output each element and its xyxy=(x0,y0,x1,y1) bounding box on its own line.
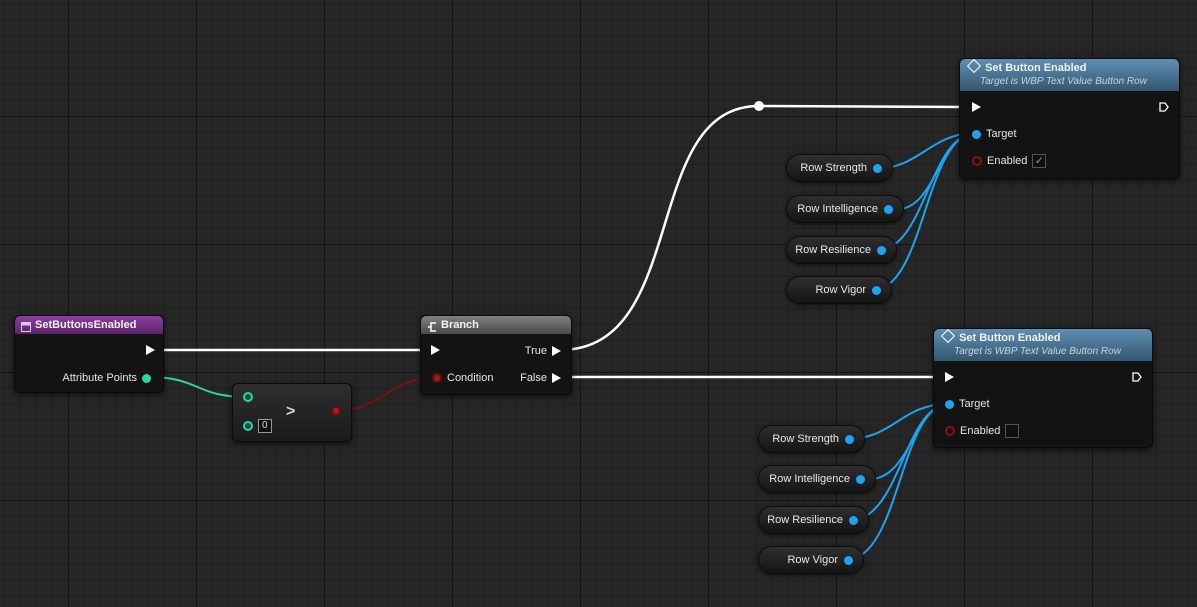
enabled-checkbox-checked[interactable]: ✓ xyxy=(1032,154,1047,168)
bool-pin-icon xyxy=(945,426,955,436)
int-pin-icon xyxy=(243,421,253,431)
compare-output-pin[interactable] xyxy=(331,406,341,416)
attribute-points-label: Attribute Points xyxy=(62,372,137,384)
object-pin-icon xyxy=(856,474,865,484)
var-row-vigor-bottom[interactable]: Row Vigor xyxy=(758,546,864,574)
target-label: Target xyxy=(986,128,1017,140)
var-label: Row Resilience xyxy=(795,244,871,256)
var-label: Row Intelligence xyxy=(797,203,878,215)
exec-wire-true-to-set xyxy=(758,104,967,109)
exec-out-icon xyxy=(552,346,561,356)
set-bottom-title: Set Button Enabled xyxy=(959,332,1061,344)
branch-exec-in-pin[interactable] xyxy=(431,345,440,355)
enabled-label: Enabled xyxy=(960,425,1001,437)
object-pin-icon xyxy=(945,399,954,409)
var-row-resilience-bottom[interactable]: Row Resilience xyxy=(758,506,869,534)
set-bottom-header[interactable]: Set Button Enabled Target is WBP Text Va… xyxy=(934,328,1152,361)
compare-input-b[interactable]: 0 xyxy=(243,419,272,433)
branch-node[interactable]: Branch True Condition False xyxy=(420,315,572,395)
var-label: Row Strength xyxy=(772,433,839,445)
var-row-intelligence-bottom[interactable]: Row Intelligence xyxy=(758,465,876,493)
set-bottom-title-row: Set Button Enabled xyxy=(940,328,1146,345)
event-node-title: SetButtonsEnabled xyxy=(35,319,137,331)
set-bottom-exec-out[interactable] xyxy=(1132,372,1142,382)
set-top-exec-in[interactable] xyxy=(972,102,981,112)
set-bottom-enabled-pin[interactable]: Enabled xyxy=(945,424,1020,438)
object-pin-icon xyxy=(873,163,882,173)
object-pin-icon xyxy=(884,204,893,214)
var-label: Row Vigor xyxy=(815,284,866,296)
branch-false-pin[interactable]: False xyxy=(520,372,561,384)
exec-in-icon xyxy=(431,345,440,355)
branch-condition-pin[interactable]: Condition xyxy=(432,372,493,384)
set-top-title-row: Set Button Enabled xyxy=(966,58,1173,75)
exec-in-icon xyxy=(972,102,981,112)
attribute-points-pin[interactable]: Attribute Points xyxy=(62,372,151,384)
var-row-intelligence-top[interactable]: Row Intelligence xyxy=(786,195,904,223)
set-button-enabled-node-top[interactable]: Set Button Enabled Target is WBP Text Va… xyxy=(959,58,1180,179)
var-label: Row Intelligence xyxy=(769,473,850,485)
var-row-strength-bottom[interactable]: Row Strength xyxy=(758,425,865,453)
object-pin-icon xyxy=(844,555,853,565)
false-label: False xyxy=(520,372,547,384)
greater-than-node[interactable]: 0 > xyxy=(232,383,352,442)
target-label: Target xyxy=(959,398,990,410)
object-pin-icon xyxy=(849,515,858,525)
int-pin-icon xyxy=(142,373,151,383)
set-top-header[interactable]: Set Button Enabled Target is WBP Text Va… xyxy=(960,58,1179,91)
set-bottom-target-pin[interactable]: Target xyxy=(945,398,990,410)
set-bottom-subtitle: Target is WBP Text Value Button Row xyxy=(954,346,1121,357)
exec-out-hollow-icon xyxy=(1159,102,1169,112)
enabled-checkbox-unchecked[interactable] xyxy=(1005,424,1020,438)
set-top-title: Set Button Enabled xyxy=(985,62,1087,74)
var-label: Row Vigor xyxy=(787,554,838,566)
set-top-subtitle: Target is WBP Text Value Button Row xyxy=(980,76,1147,87)
set-top-exec-out[interactable] xyxy=(1159,102,1169,112)
var-row-resilience-top[interactable]: Row Resilience xyxy=(786,236,897,264)
true-label: True xyxy=(524,345,547,357)
var-label: Row Resilience xyxy=(767,514,843,526)
object-pin-icon xyxy=(972,129,981,139)
branch-icon xyxy=(427,320,437,332)
greater-than-symbol: > xyxy=(286,403,296,420)
exec-in-icon xyxy=(945,372,954,382)
compare-default-value[interactable]: 0 xyxy=(258,419,272,433)
object-pin-icon xyxy=(872,285,881,295)
reroute-node[interactable] xyxy=(754,101,764,111)
event-icon xyxy=(21,320,31,332)
set-top-target-pin[interactable]: Target xyxy=(972,128,1017,140)
set-button-enabled-node-bottom[interactable]: Set Button Enabled Target is WBP Text Va… xyxy=(933,328,1153,448)
object-pin-icon xyxy=(845,434,854,444)
bool-pin-icon xyxy=(331,406,341,416)
object-pin-icon xyxy=(877,245,886,255)
set-top-enabled-pin[interactable]: Enabled ✓ xyxy=(972,154,1047,168)
bool-pin-icon xyxy=(432,373,442,383)
int-pin-icon xyxy=(243,392,253,402)
branch-true-pin[interactable]: True xyxy=(525,345,561,357)
exec-out-icon xyxy=(552,373,561,383)
event-exec-out-pin[interactable] xyxy=(146,345,155,355)
bool-pin-icon xyxy=(972,156,982,166)
condition-label: Condition xyxy=(447,372,494,384)
branch-node-header[interactable]: Branch xyxy=(421,316,571,334)
set-bottom-exec-in[interactable] xyxy=(945,372,954,382)
compare-input-a[interactable] xyxy=(243,392,253,402)
exec-out-hollow-icon xyxy=(1132,372,1142,382)
function-icon xyxy=(940,328,956,344)
branch-node-title: Branch xyxy=(441,319,479,331)
event-node-header[interactable]: SetButtonsEnabled xyxy=(15,316,163,334)
enabled-label: Enabled xyxy=(987,155,1028,167)
var-label: Row Strength xyxy=(800,162,867,174)
exec-out-icon xyxy=(146,345,155,355)
var-row-vigor-top[interactable]: Row Vigor xyxy=(786,276,892,304)
function-icon xyxy=(966,58,982,74)
exec-wire-true xyxy=(559,104,760,352)
event-node[interactable]: SetButtonsEnabled Attribute Points xyxy=(14,315,164,393)
var-row-strength-top[interactable]: Row Strength xyxy=(786,154,893,182)
